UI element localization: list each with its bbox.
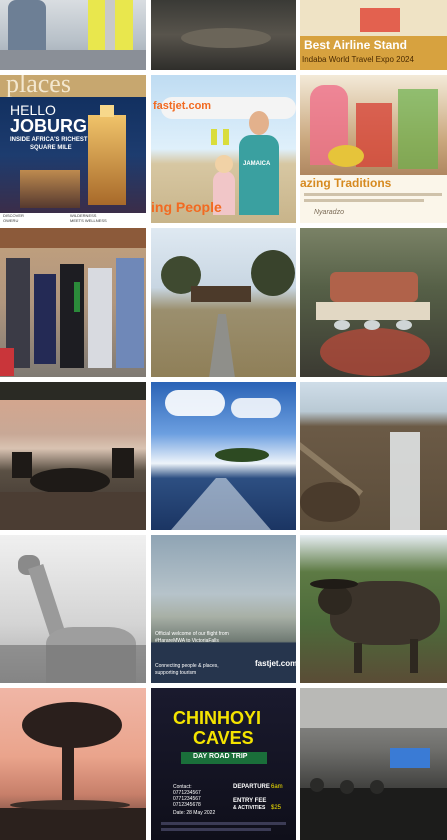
- photo-airline-stand[interactable]: Best Airline Stand Indaba World Travel E…: [300, 0, 447, 70]
- photo-gorge-view[interactable]: [300, 382, 447, 530]
- airline-stand-subtitle: Indaba World Travel Expo 2024: [302, 55, 414, 64]
- photo-firepit-sunset[interactable]: [0, 382, 146, 530]
- chinhoyi-date: Date: 28 May 2022: [173, 810, 216, 816]
- photo-chinhoyi-caves[interactable]: CHINHOYI CAVES DAY ROAD TRIP Contact: 07…: [151, 688, 296, 840]
- chinhoyi-ribbon: DAY ROAD TRIP: [193, 753, 248, 760]
- jamaica-shirt-text: JAMAICA: [243, 161, 271, 167]
- fastjet-family-caption: ing People: [151, 199, 222, 215]
- photo-grid: Best Airline Stand Indaba World Travel E…: [0, 0, 447, 840]
- fastjet-brand-text: fastjet.com: [153, 100, 212, 112]
- vic-falls-line4: supporting tourism: [155, 670, 197, 676]
- photo-vic-falls-flight[interactable]: Official welcome of our flight from #Har…: [151, 535, 296, 683]
- photo-buffalo[interactable]: [300, 535, 447, 683]
- traditions-signature: Nyaradzo: [314, 209, 344, 216]
- vic-falls-line2: #HarareMWA to VictoriaFalls: [155, 638, 219, 644]
- chinhoyi-departure-label: DEPARTURE: [233, 784, 270, 790]
- chinhoyi-contact-3: 0712345678: [173, 802, 201, 808]
- photo-giraffe[interactable]: [0, 535, 146, 683]
- joburg-title-line2: JOBURG: [10, 116, 88, 136]
- photo-river-boat[interactable]: [151, 382, 296, 530]
- joburg-footer-left-2: OWERU: [3, 218, 19, 223]
- chinhoyi-fee-value: $25: [271, 805, 282, 811]
- photo-boardwalk-lodge[interactable]: [151, 228, 296, 377]
- joburg-subtitle-line1: INSIDE AFRICA'S RICHEST: [10, 137, 88, 143]
- photo-fastjet-family[interactable]: fastjet.com JAMAICA ing People: [151, 75, 296, 223]
- photo-baobab-sunset[interactable]: [0, 688, 146, 840]
- photo-conference-hall[interactable]: [300, 688, 447, 840]
- chinhoyi-fee-sub: & ACTIVITIES: [233, 805, 266, 811]
- photo-traditions[interactable]: azing Traditions Nyaradzo: [300, 75, 447, 223]
- vic-falls-brand: fastjet.com: [255, 659, 296, 668]
- traditions-title: azing Traditions: [300, 176, 392, 190]
- photo-officials-event[interactable]: [0, 0, 146, 70]
- joburg-footer-right-2: MEETS WELLNESS: [70, 218, 107, 223]
- photo-dark-ground[interactable]: [151, 0, 296, 70]
- airline-stand-title: Best Airline Stand: [304, 38, 407, 52]
- chinhoyi-title-line2: CAVES: [193, 728, 254, 748]
- chinhoyi-fee-label: ENTRY FEE: [233, 798, 267, 804]
- photo-lounge[interactable]: [300, 228, 447, 377]
- joburg-subtitle-line2: SQUARE MILE: [30, 145, 72, 151]
- vic-falls-line3: Connecting people & places,: [155, 663, 219, 669]
- chinhoyi-departure-value: 6am: [271, 784, 283, 790]
- photo-delegates[interactable]: [0, 228, 146, 377]
- joburg-header-word: places: [6, 75, 71, 98]
- vic-falls-line1: Official welcome of our flight from: [155, 631, 229, 637]
- photo-joburg-magazine[interactable]: places HELLO JOBURG INSIDE AFRICA'S RICH…: [0, 75, 146, 223]
- chinhoyi-title-line1: CHINHOYI: [173, 708, 262, 728]
